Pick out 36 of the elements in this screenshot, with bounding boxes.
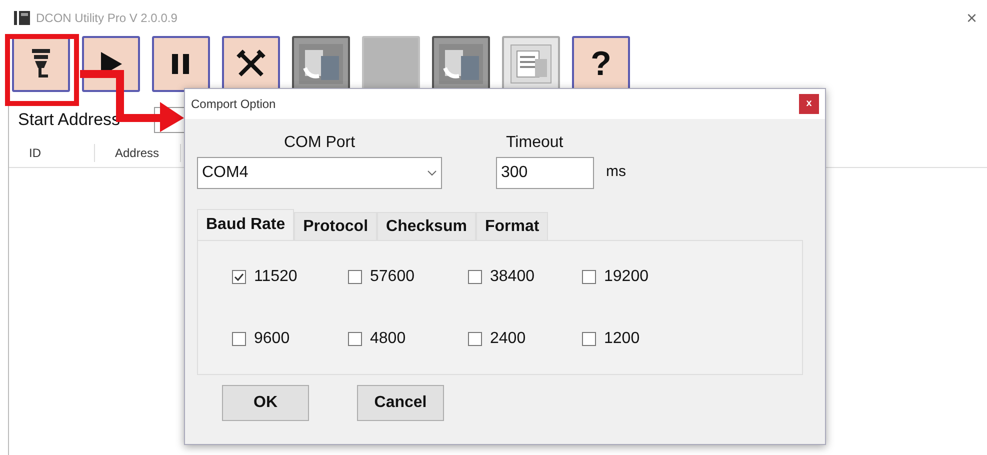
cancel-button[interactable]: Cancel <box>357 385 444 421</box>
baud-rate-checkbox[interactable]: 1200 <box>582 326 640 350</box>
baud-rate-checkbox[interactable]: 9600 <box>232 326 290 350</box>
baud-rate-checkbox[interactable]: 4800 <box>348 326 406 350</box>
device-icon <box>297 42 345 86</box>
column-header: ID <box>9 144 95 162</box>
chevron-down-icon <box>427 170 437 176</box>
connect-button[interactable] <box>12 36 70 92</box>
pause-button[interactable] <box>152 36 210 92</box>
tab[interactable]: Checksum <box>377 212 476 240</box>
document-icon <box>509 43 553 85</box>
com-port-label: COM Port <box>284 133 356 153</box>
check-icon <box>234 272 244 282</box>
app-logo-icon <box>14 10 30 26</box>
baud-rate-checkbox[interactable]: 57600 <box>348 264 414 288</box>
start-address-label: Start Address <box>18 109 120 132</box>
close-button[interactable]: × <box>962 9 981 27</box>
close-button[interactable]: x <box>799 94 819 114</box>
timeout-field[interactable]: 300 <box>496 157 594 189</box>
tools-icon <box>236 49 266 79</box>
timeout-unit: ms <box>606 162 626 182</box>
tab[interactable]: Format <box>476 212 548 240</box>
baud-rate-checkbox[interactable]: 11520 <box>232 264 298 288</box>
window-title: DCON Utility Pro V 2.0.0.9 <box>36 10 178 27</box>
device-icon <box>437 42 485 86</box>
tab[interactable]: Protocol <box>294 212 378 240</box>
dialog-title: Comport Option <box>191 96 276 113</box>
baud-rate-checkbox[interactable]: 38400 <box>468 264 534 288</box>
tab[interactable]: Baud Rate <box>197 209 294 240</box>
baud-rate-checkbox[interactable]: 2400 <box>468 326 526 350</box>
baud-rate-checkbox[interactable]: 19200 <box>582 264 648 288</box>
pause-icon <box>171 53 191 75</box>
timeout-label: Timeout <box>505 133 564 153</box>
column-header: Address <box>95 144 181 162</box>
com-port-dropdown[interactable]: COM4 <box>197 157 442 189</box>
ok-button[interactable]: OK <box>222 385 309 421</box>
